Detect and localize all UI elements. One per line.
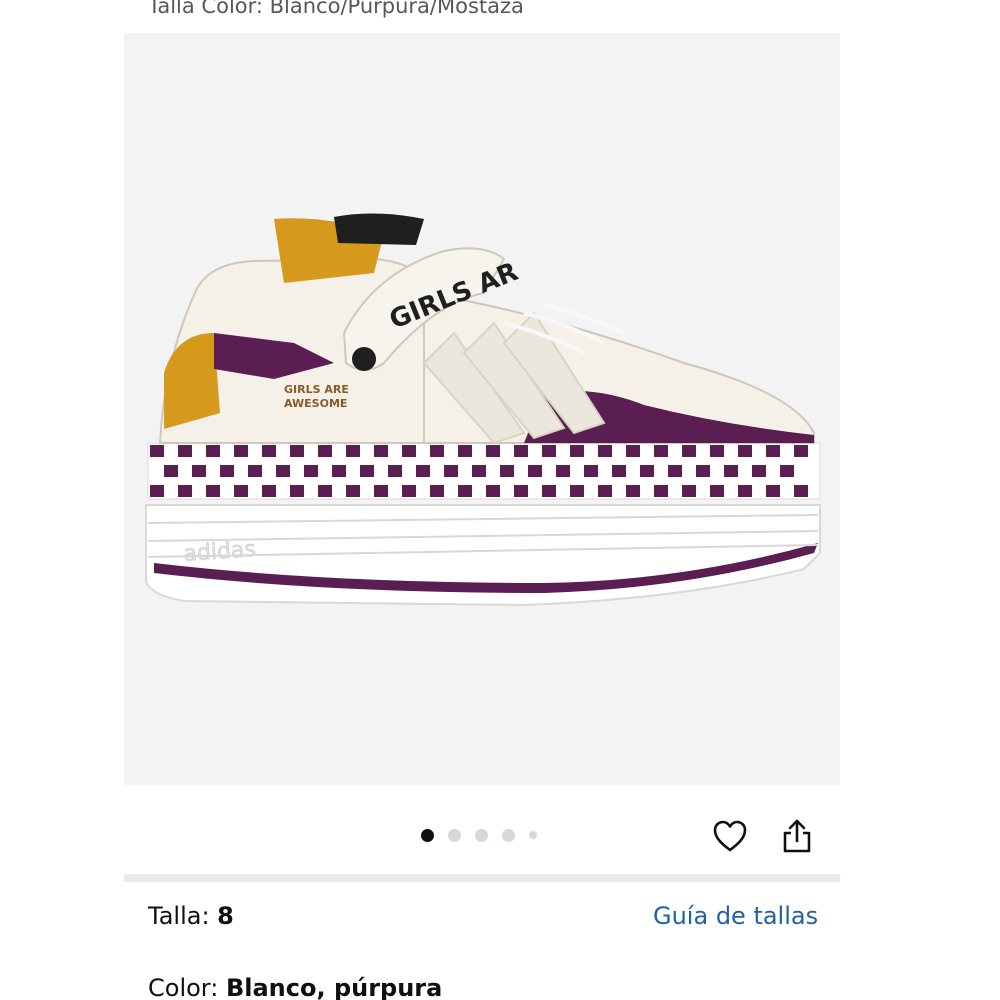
patch-text-2: AWESOME [284,397,347,410]
carousel-dot-4[interactable] [502,828,515,842]
color-label: Color: [148,974,226,1000]
carousel-dot-2[interactable] [448,828,461,842]
brand-logo-text: adidas [183,537,257,567]
size-label: Talla: [148,902,218,930]
strap-button [352,347,376,371]
color-value: Blanco, púrpura [225,974,443,1000]
tongue-top [334,213,424,245]
size-selector-label: Talla: 8 [148,902,234,930]
sneaker-illustration: GIRLS AR GIRLS ARE AWESOME adidas [145,213,821,607]
carousel-dot-1[interactable] [421,828,434,842]
share-icon [783,819,811,853]
size-value: 8 [217,902,234,930]
patch-text-1: GIRLS ARE [284,383,349,396]
wishlist-button[interactable] [708,814,752,858]
product-image[interactable]: GIRLS AR GIRLS ARE AWESOME adidas [124,33,840,785]
color-selector-label: Color: Blanco, púrpura [148,974,442,1000]
variant-subtitle: Talla Color: Blanco/Púrpura/Mostaza [148,0,524,18]
carousel-dot-3[interactable] [475,828,488,842]
section-divider [124,874,840,882]
carousel-dot-5[interactable] [529,831,537,839]
product-page: Talla Color: Blanco/Púrpura/Mostaza GIRL… [0,0,1000,1000]
carousel-dots [421,827,551,843]
size-guide-link[interactable]: Guía de tallas [653,902,818,930]
share-button[interactable] [776,814,818,858]
heart-icon [713,820,747,852]
heel-mustard-panel [164,333,220,429]
